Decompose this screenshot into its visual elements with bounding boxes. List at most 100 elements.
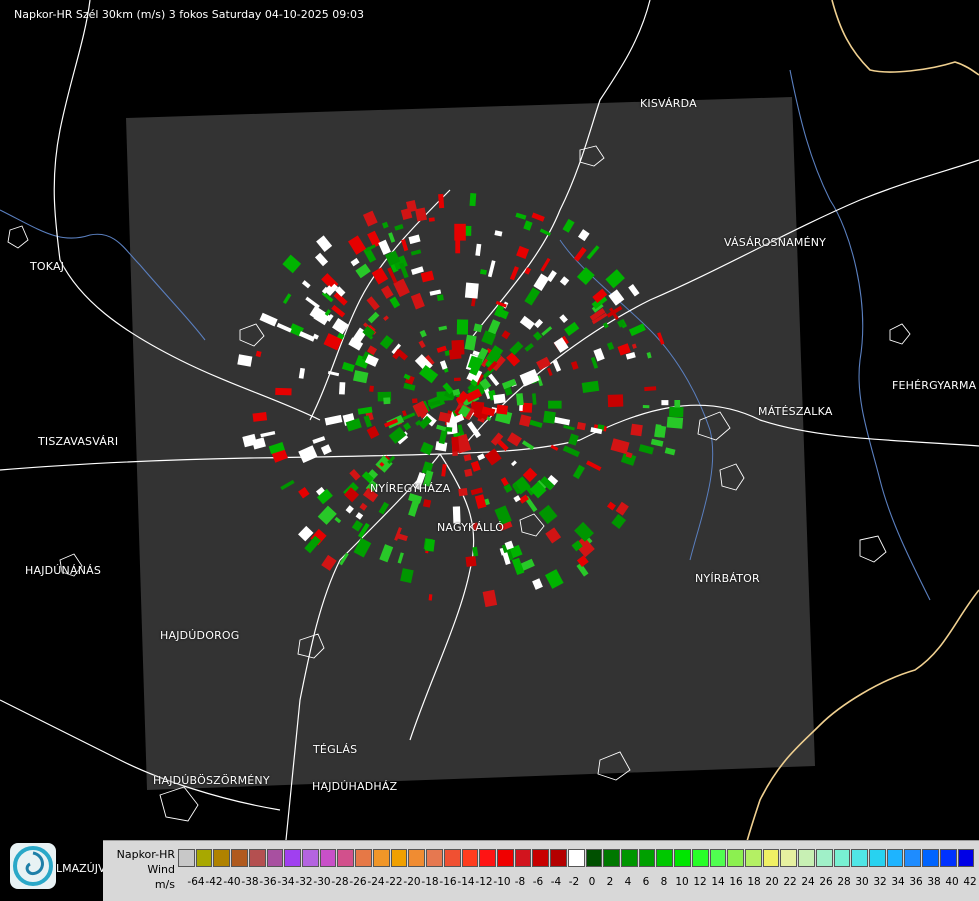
legend-tick-label: -14 [457, 876, 475, 888]
wind-legend: Napkor-HR Wind m/s -64 -42 -40 -38 -36 -34 -32… [103, 840, 979, 901]
legend-tick-label: -26 [349, 876, 367, 888]
legend-swatch [248, 849, 266, 867]
legend-tick-label: 28 [837, 876, 851, 888]
legend-tick-label: -12 [475, 876, 493, 888]
radar-echo [464, 468, 473, 477]
radar-echo [436, 294, 444, 301]
legend-tick-label: -18 [421, 876, 439, 888]
legend-tick-label: -40 [223, 876, 241, 888]
legend-title-line1: Napkor-HR [116, 848, 175, 861]
legend-swatch [532, 849, 550, 867]
legend-swatch [939, 849, 957, 867]
radar-echo [674, 400, 681, 408]
legend-tick-label: -20 [403, 876, 421, 888]
legend-tick-label: 38 [927, 876, 941, 888]
city-label-nyiregyhaza: NYÍREGYHÁZA [370, 482, 451, 495]
legend-swatch [585, 849, 603, 867]
swirl-logo-icon [13, 846, 53, 886]
city-label-teglas: TÉGLÁS [313, 743, 358, 756]
legend-swatch [390, 849, 408, 867]
legend-swatch [904, 849, 922, 867]
legend-swatch [337, 849, 355, 867]
radar-echo [669, 406, 684, 418]
radar-echo [661, 400, 669, 406]
legend-tick-label: -6 [532, 876, 544, 888]
legend-swatch [496, 849, 514, 867]
legend-tick-label: -4 [550, 876, 562, 888]
legend-swatch [461, 849, 479, 867]
radar-echo [383, 397, 391, 405]
legend-tick-label: 2 [606, 876, 614, 888]
legend-tick-label: 40 [945, 876, 959, 888]
radar-echo [666, 416, 684, 429]
legend-tick-label: -64 [187, 876, 205, 888]
legend-swatch [674, 849, 691, 867]
city-label-hajduboszormeny: HAJDÚBÖSZÖRMÉNY [153, 774, 270, 787]
legend-swatch [213, 849, 231, 867]
legend-tick-label: 36 [909, 876, 923, 888]
legend-swatches [178, 849, 975, 869]
legend-swatch [833, 849, 851, 867]
napkor-logo [10, 843, 56, 889]
city-label-tiszavasvari: TISZAVASVÁRI [38, 435, 119, 448]
legend-swatch [231, 849, 248, 867]
city-label-fehergyarmat: FEHÉRGYARMA [892, 379, 977, 392]
legend-swatch [426, 849, 443, 867]
map-title: Napkor-HR Szél 30km (m/s) 3 fokos Saturd… [14, 8, 364, 21]
radar-echo [453, 377, 461, 382]
legend-swatch [620, 849, 638, 867]
radar-echo [451, 436, 460, 452]
radar-echo [412, 398, 418, 404]
legend-tick-label: -32 [295, 876, 313, 888]
radar-echo [548, 400, 562, 409]
legend-swatch [869, 849, 886, 867]
radar-echo [515, 393, 524, 406]
legend-swatch [195, 849, 213, 867]
radar-map [0, 0, 979, 900]
legend-swatch [709, 849, 727, 867]
legend-tick-label: -42 [205, 876, 223, 888]
legend-swatch [302, 849, 319, 867]
legend-title-line3: m/s [154, 878, 175, 891]
legend-tick-label: -8 [514, 876, 526, 888]
city-label-nagykallo: NAGYKÁLLÓ [437, 521, 505, 534]
city-label-hajduhadhaz: HAJDÚHADHÁZ [312, 780, 398, 793]
legend-swatch [851, 849, 869, 867]
city-label-vasarosnameny: VÁSÁROSNAMÉNY [724, 236, 827, 249]
radar-echo [465, 555, 477, 567]
legend-swatch [178, 849, 195, 867]
legend-tick-label: -2 [568, 876, 580, 888]
legend-ticks: -64 -42 -40 -38 -36 -34 -32 -30 -28 -26 -24 -22 -20-… [178, 876, 978, 890]
legend-swatch [284, 849, 302, 867]
radar-echo [454, 223, 466, 241]
radar-echo [369, 385, 374, 392]
radar-echo [438, 193, 445, 209]
legend-swatch [266, 849, 284, 867]
legend-tick-label: 18 [747, 876, 761, 888]
radar-echo [458, 488, 468, 497]
radar-echo [456, 319, 469, 335]
city-label-nyirbator: NYÍRBÁTOR [695, 572, 760, 585]
legend-tick-label: 14 [711, 876, 725, 888]
legend-swatch [567, 849, 585, 867]
legend-swatch [514, 849, 532, 867]
radar-echo [252, 411, 268, 422]
city-label-mateszalka: MÁTÉSZALKA [758, 405, 833, 418]
legend-tick-label: -38 [241, 876, 259, 888]
radar-echo [543, 410, 556, 424]
radar-echo [642, 405, 650, 409]
legend-tick-label: 4 [624, 876, 632, 888]
legend-tick-label: -36 [259, 876, 277, 888]
radar-echo [496, 404, 509, 415]
legend-swatch [656, 849, 674, 867]
legend-tick-label: 6 [642, 876, 650, 888]
legend-tick-label: 8 [660, 876, 668, 888]
city-label-hajdunanas: HAJDÚNÁNÁS [25, 564, 102, 577]
legend-tick-label: 24 [801, 876, 815, 888]
radar-echo [464, 282, 479, 299]
legend-title: Napkor-HR Wind m/s [105, 847, 175, 892]
radar-echo [339, 382, 346, 395]
legend-swatch [957, 849, 975, 867]
legend-tick-label: 0 [588, 876, 596, 888]
legend-tick-label: -10 [493, 876, 511, 888]
